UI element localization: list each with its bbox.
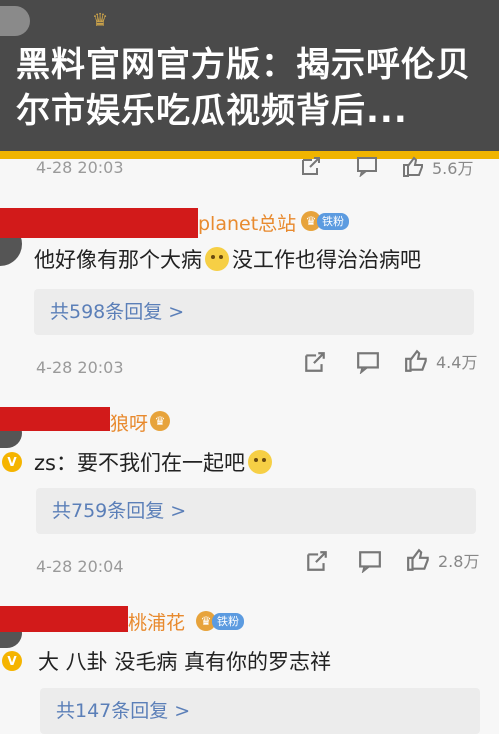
redaction-bar [0,208,198,238]
like-count: 2.8万 [438,552,480,571]
page-title: 黑料官网官方版：揭示呼伦贝尔市娱乐吃瓜视频背后... [16,45,471,131]
replies-link[interactable]: 共598条回复 > [34,289,474,335]
share-icon[interactable] [305,549,329,573]
redaction-bar [0,606,128,632]
fan-badge-label: 铁粉 [317,212,349,230]
crown-icon: ♛ [92,10,109,31]
thumbs-up-icon [403,156,423,177]
replies-link[interactable]: 共759条回复 > [36,488,476,534]
username[interactable]: 狼呀 [110,409,148,436]
fan-badge: ♛ 铁粉 [196,611,244,631]
comment-meta: 4-28 20:03 [36,358,236,378]
thinking-emoji-icon [205,247,229,271]
share-icon[interactable] [303,350,327,374]
avatar[interactable] [0,6,30,36]
replies-link[interactable]: 共147条回复 > [40,688,480,734]
blushing-emoji-icon [247,450,272,474]
crown-icon: ♛ [150,411,170,431]
fan-badge-label: 铁粉 [212,612,244,630]
fan-badge: ♛ 铁粉 [301,211,349,231]
comment-icon[interactable] [356,350,380,374]
like-button[interactable]: 2.8万 [406,548,479,572]
like-button[interactable]: 5.6万 [402,155,473,179]
comment-time: 4-28 20:04 [36,557,124,576]
comment-time: 4-28 20:03 [36,358,124,377]
verified-icon: V [2,452,22,472]
like-count: 5.6万 [432,159,474,178]
share-icon[interactable] [300,155,322,177]
thumbs-up-icon [405,349,427,372]
verified-icon: V [2,651,22,671]
comment-time: 4-28 20:03 [36,158,124,177]
comment-text: 大 八卦 没毛病 真有你的罗志祥 [38,650,332,674]
comment-icon[interactable] [358,549,382,573]
comment-meta: 4-28 20:04 [36,557,236,577]
crown-badge: ♛ [150,411,170,431]
like-button[interactable]: 4.4万 [404,349,477,373]
like-count: 4.4万 [436,353,478,372]
username[interactable]: planet总站 [198,209,296,236]
thumbs-up-icon [407,548,429,571]
comment-text: 他好像有那个大病 没工作也得治治病吧 [34,247,421,272]
redaction-bar [0,407,110,431]
comment-text: zs：要不我们在一起吧 [34,447,275,477]
comment-icon[interactable] [356,155,378,177]
username[interactable]: 桃浦花 [128,608,185,635]
